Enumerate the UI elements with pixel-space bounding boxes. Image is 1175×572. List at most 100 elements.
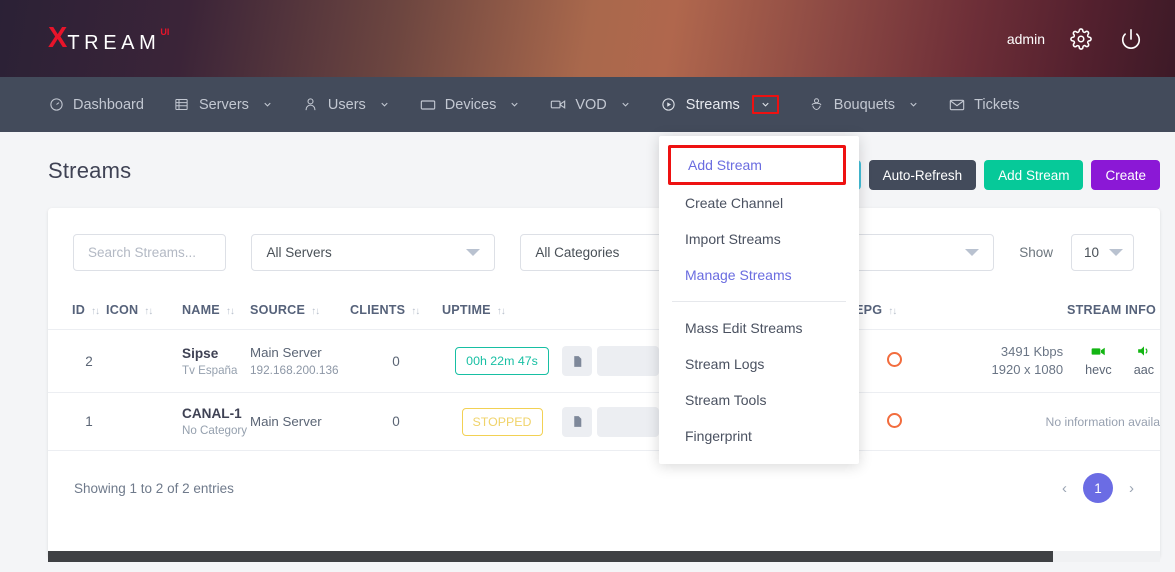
col-clients[interactable]: CLIENTS ↑↓ — [350, 293, 442, 330]
show-entries-select[interactable]: 10 — [1071, 234, 1134, 271]
uptime-badge: 00h 22m 47s — [455, 347, 549, 375]
categories-select-value: All Categories — [535, 245, 620, 260]
chevron-down-icon[interactable] — [908, 99, 919, 110]
file-icon-button[interactable] — [562, 406, 592, 437]
sort-icon: ↑↓ — [888, 306, 897, 317]
file-icon-button[interactable] — [562, 346, 592, 376]
chevron-down-icon[interactable] — [509, 99, 520, 110]
menu-item-add-stream[interactable]: Add Stream — [668, 145, 846, 185]
nav-label: Servers — [198, 96, 249, 113]
power-icon[interactable] — [1117, 25, 1145, 53]
filters-row: Search Streams... All Servers All Catego… — [48, 208, 1160, 271]
table-row[interactable]: 2 Sipse Tv España Main Server 192.168.20… — [48, 329, 1160, 393]
sort-icon: ↑↓ — [411, 306, 420, 317]
cell-id: 2 — [48, 329, 106, 393]
nav-item-servers[interactable]: Servers — [174, 77, 273, 132]
scrollbar-thumb[interactable] — [48, 551, 1053, 562]
nav-item-devices[interactable]: Devices — [420, 77, 521, 132]
search-input[interactable]: Search Streams... — [73, 234, 227, 271]
admin-username[interactable]: admin — [1007, 31, 1045, 47]
action-button-2[interactable] — [597, 406, 659, 437]
col-label: UPTIME — [442, 303, 491, 317]
nav-label: Tickets — [974, 96, 1020, 113]
menu-item-import-streams[interactable]: Import Streams — [659, 221, 859, 257]
col-source[interactable]: SOURCE ↑↓ — [250, 293, 350, 330]
logo-wordmark: TREAM — [67, 31, 161, 54]
chevron-down-icon — [1109, 249, 1123, 256]
chevron-down-icon[interactable] — [379, 99, 390, 110]
nav-item-users[interactable]: Users — [303, 77, 390, 132]
auto-refresh-button[interactable]: Auto-Refresh — [868, 160, 977, 190]
nav-label: Streams — [685, 96, 740, 113]
streams-table: ID ↑↓ ICON ↑↓ NAME ↑↓ SOURCE ↑↓ CLIENTS ↑↓ — [48, 293, 1160, 451]
table-head: ID ↑↓ ICON ↑↓ NAME ↑↓ SOURCE ↑↓ CLIENTS ↑↓ — [48, 293, 1160, 330]
col-icon[interactable]: ICON ↑↓ — [106, 293, 182, 330]
menu-item-manage-streams[interactable]: Manage Streams — [659, 257, 859, 293]
nav-item-bouquets[interactable]: Bouquets — [809, 77, 919, 132]
table-row[interactable]: 1 CANAL-1 No Category Main Server 0 STOP… — [48, 392, 1160, 451]
vod-icon — [550, 97, 566, 113]
show-entries-value: 10 — [1084, 245, 1100, 260]
servers-select[interactable]: All Servers — [251, 234, 496, 271]
horizontal-scrollbar[interactable] — [48, 551, 1160, 562]
nav-item-tickets[interactable]: Tickets — [949, 77, 1019, 132]
col-name[interactable]: NAME ↑↓ — [182, 293, 250, 330]
servers-icon — [174, 97, 190, 113]
nav-item-vod[interactable]: VOD — [550, 77, 630, 132]
stream-name: CANAL-1 — [182, 406, 242, 421]
col-label: ID — [72, 303, 85, 317]
col-epg[interactable]: EPG ↑↓ — [855, 293, 933, 330]
col-id[interactable]: ID ↑↓ — [48, 293, 106, 330]
streams-dropdown-chevron-icon[interactable] — [751, 95, 779, 114]
menu-item-create-channel[interactable]: Create Channel — [659, 185, 859, 221]
app-root: X TREAM UI admin Dashboard Servers Users… — [0, 0, 1175, 572]
video-codec: hevc — [1085, 362, 1112, 377]
sort-icon: ↑↓ — [144, 306, 153, 317]
pagination-next[interactable]: › — [1129, 480, 1134, 497]
chevron-down-icon[interactable] — [262, 99, 273, 110]
add-stream-button[interactable]: Add Stream — [984, 160, 1084, 190]
brand-bar: X TREAM UI admin — [0, 0, 1175, 77]
cell-epg — [855, 392, 933, 451]
show-label: Show — [1019, 245, 1053, 260]
showing-entries-label: Showing 1 to 2 of 2 entries — [74, 480, 234, 496]
logo[interactable]: X TREAM UI — [48, 23, 169, 54]
cell-clients: 0 — [350, 329, 442, 393]
gear-icon[interactable] — [1067, 25, 1095, 53]
table-footer: Showing 1 to 2 of 2 entries ‹ 1 › — [48, 451, 1160, 503]
audio-icon — [1137, 345, 1151, 360]
nav-item-streams[interactable]: Streams — [661, 77, 779, 132]
chevron-down-icon[interactable] — [620, 99, 631, 110]
cell-clients: 0 — [350, 392, 442, 451]
menu-item-stream-tools[interactable]: Stream Tools — [659, 382, 859, 418]
users-icon — [303, 97, 319, 113]
sort-icon: ↑↓ — [311, 306, 320, 317]
chevron-down-icon — [466, 249, 481, 256]
col-stream-info: STREAM INFO — [933, 293, 1160, 330]
stream-info-wrap: 3491 Kbps 1920 x 1080 hevc aac — [933, 343, 1160, 379]
menu-separator — [672, 301, 846, 302]
epg-circle-icon — [886, 352, 902, 367]
stream-category: No Category — [182, 424, 248, 437]
create-button[interactable]: Create — [1091, 160, 1160, 190]
audio-codec-block: aac — [1134, 345, 1154, 377]
pagination-prev[interactable]: ‹ — [1062, 480, 1067, 497]
chevron-down-icon — [965, 249, 980, 256]
nav-label: Bouquets — [833, 96, 896, 113]
cell-source: Main Server 192.168.200.136 — [250, 329, 350, 393]
pagination-page-1[interactable]: 1 — [1083, 473, 1113, 503]
page-content: Streams Auto-Refresh Add Stream Create S… — [0, 132, 1175, 572]
action-button-2[interactable] — [597, 346, 659, 376]
menu-item-fingerprint[interactable]: Fingerprint — [659, 418, 859, 454]
epg-circle-icon — [886, 412, 902, 428]
col-uptime[interactable]: UPTIME ↑↓ — [442, 293, 562, 330]
table-body: 2 Sipse Tv España Main Server 192.168.20… — [48, 329, 1160, 451]
audio-codec: aac — [1133, 363, 1154, 377]
menu-item-stream-logs[interactable]: Stream Logs — [659, 346, 859, 382]
nav-item-dashboard[interactable]: Dashboard — [48, 77, 144, 132]
col-label: ICON — [106, 303, 139, 317]
streams-icon — [661, 97, 677, 113]
menu-item-mass-edit-streams[interactable]: Mass Edit Streams — [659, 310, 859, 346]
page-title: Streams — [48, 158, 132, 183]
dashboard-icon — [48, 97, 64, 113]
